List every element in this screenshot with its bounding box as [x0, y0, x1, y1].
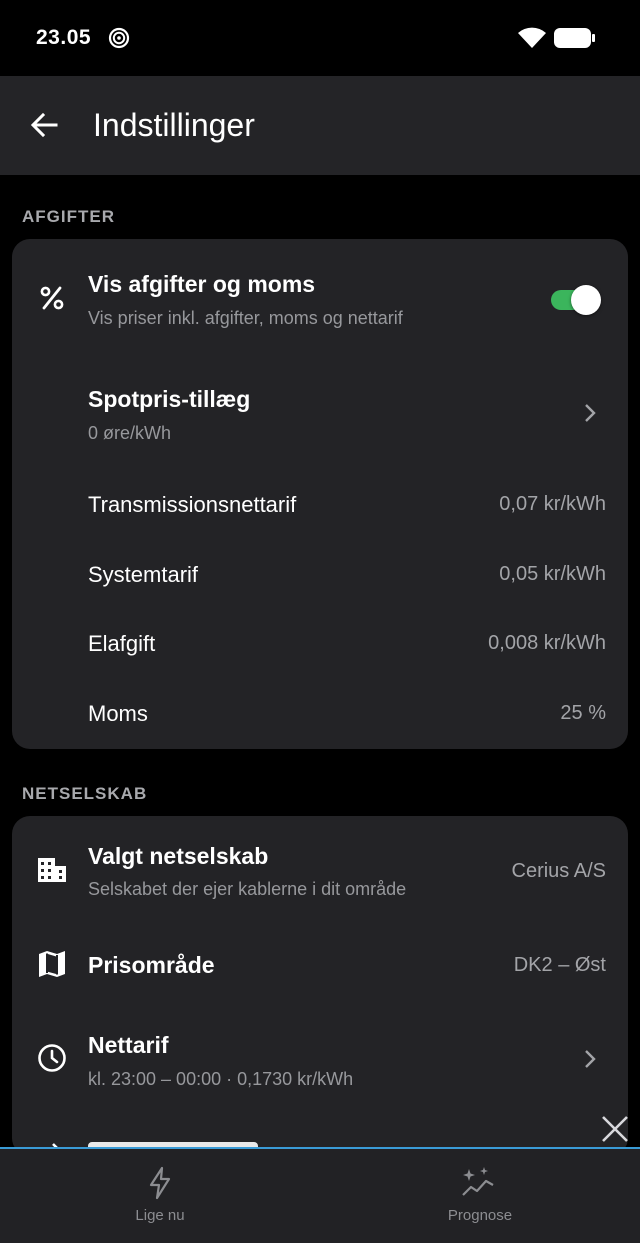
close-icon[interactable] — [598, 1112, 632, 1146]
bottom-navigation: Lige nu Prognose — [0, 1147, 640, 1243]
chevron-right-icon — [585, 404, 596, 422]
grid-company-title: Valgt netselskab — [88, 843, 269, 869]
fee-label-transmission: Transmissionsnettarif — [88, 492, 297, 517]
spot-markup-row[interactable] — [12, 370, 628, 460]
show-fees-toggle[interactable] — [551, 285, 601, 315]
fee-label-vat: Moms — [88, 701, 148, 726]
fee-value-electricity-tax: 0,008 kr/kWh — [488, 632, 606, 654]
net-tariff-row[interactable] — [12, 1018, 628, 1104]
lightning-icon — [149, 1166, 171, 1200]
sparkle-chart-icon — [462, 1167, 494, 1196]
fee-value-transmission: 0,07 kr/kWh — [499, 493, 606, 515]
spiral-notification-icon — [108, 27, 130, 49]
spot-markup-subtitle: 0 øre/kWh — [88, 423, 172, 443]
back-arrow-icon[interactable] — [24, 102, 64, 148]
spot-markup-title: Spotpris-tillæg — [88, 386, 251, 412]
section-header-fees: AFGIFTER — [22, 207, 115, 226]
show-fees-title: Vis afgifter og moms — [88, 271, 316, 297]
price-area-title: Prisområde — [88, 952, 215, 978]
nav-item-now[interactable]: Lige nu — [0, 1149, 320, 1243]
grid-company-value: Cerius A/S — [511, 860, 606, 882]
clock-icon — [36, 1042, 68, 1074]
grid-company-subtitle: Selskabet der ejer kablerne i dit område — [88, 879, 407, 899]
switch-icon — [52, 1143, 58, 1147]
percent-icon — [36, 282, 68, 314]
chevron-right-icon — [585, 1050, 596, 1068]
nav-label-now: Lige nu — [135, 1207, 185, 1224]
toggle-thumb — [571, 285, 601, 315]
app-bar: Indstillinger — [0, 76, 640, 175]
net-tariff-subtitle: kl. 23:00 – 00:00 · 0,1730 kr/kWh — [88, 1069, 354, 1089]
fee-label-system: Systemtarif — [88, 562, 199, 587]
map-icon — [36, 948, 68, 980]
price-area-value: DK2 – Øst — [513, 954, 606, 976]
status-time: 23.05 — [36, 26, 92, 49]
fee-value-vat: 25 % — [560, 702, 606, 724]
net-tariff-title: Nettarif — [88, 1032, 169, 1058]
building-icon — [36, 854, 68, 886]
partially-hidden-row — [12, 1128, 628, 1147]
show-fees-subtitle: Vis priser inkl. afgifter, moms og netta… — [88, 308, 403, 328]
show-fees-row[interactable] — [12, 255, 628, 345]
nav-label-forecast: Prognose — [447, 1207, 513, 1224]
nav-item-forecast[interactable]: Prognose — [320, 1149, 640, 1243]
wifi-icon — [518, 27, 546, 48]
section-header-grid: NETSELSKAB — [22, 784, 148, 803]
status-bar: 23.05 — [0, 0, 640, 76]
fee-label-electricity-tax: Elafgift — [88, 631, 156, 656]
battery-icon — [554, 28, 595, 48]
fee-value-system: 0,05 kr/kWh — [499, 563, 606, 585]
page-title: Indstillinger — [93, 107, 255, 143]
